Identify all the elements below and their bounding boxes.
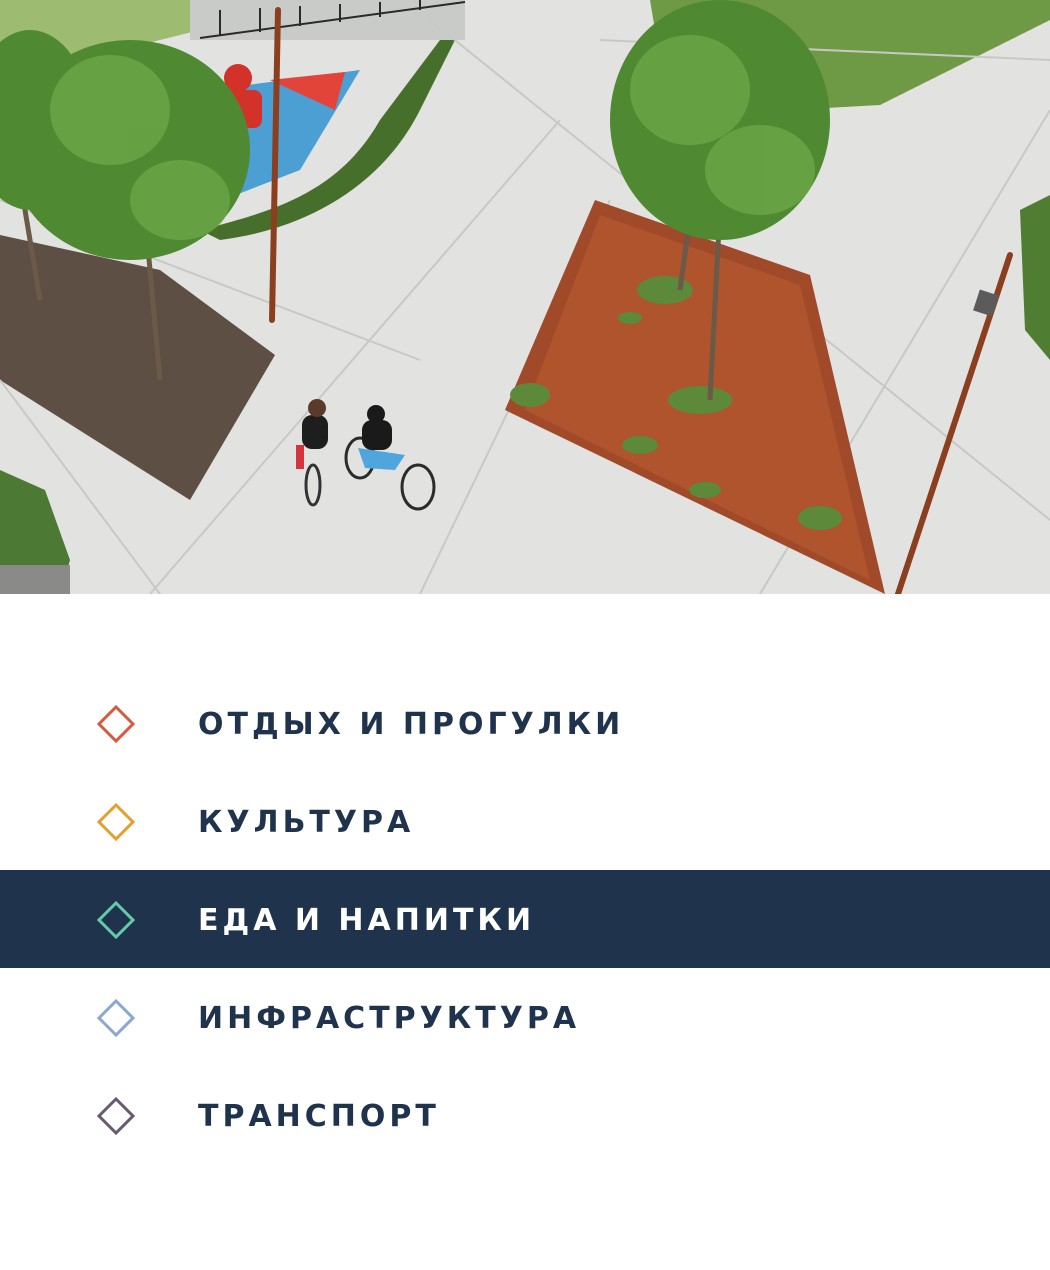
menu-item-label: ТРАНСПОРТ	[198, 1099, 440, 1134]
menu-item-label: ИНФРАСТРУКТУРА	[198, 1001, 581, 1036]
diamond-outline-icon	[97, 999, 135, 1037]
menu-item-food-and-drinks[interactable]: ЕДА И НАПИТКИ	[0, 870, 1050, 968]
category-menu: ОТДЫХ И ПРОГУЛКИ КУЛЬТУРА ЕДА И НАПИТКИ …	[0, 674, 1050, 1164]
diamond-outline-icon	[97, 705, 135, 743]
diamond-outline-icon	[97, 803, 135, 841]
menu-item-culture[interactable]: КУЛЬТУРА	[0, 772, 1050, 870]
aerial-plaza-illustration	[0, 0, 1050, 594]
hero-photo	[0, 0, 1050, 594]
menu-item-label: ЕДА И НАПИТКИ	[198, 903, 536, 938]
menu-item-label: ОТДЫХ И ПРОГУЛКИ	[198, 707, 625, 742]
menu-item-infrastructure[interactable]: ИНФРАСТРУКТУРА	[0, 968, 1050, 1066]
diamond-outline-icon	[97, 1097, 135, 1135]
diamond-outline-icon	[97, 901, 135, 939]
menu-item-transport[interactable]: ТРАНСПОРТ	[0, 1066, 1050, 1164]
menu-item-label: КУЛЬТУРА	[198, 805, 415, 840]
menu-item-recreation[interactable]: ОТДЫХ И ПРОГУЛКИ	[0, 674, 1050, 772]
